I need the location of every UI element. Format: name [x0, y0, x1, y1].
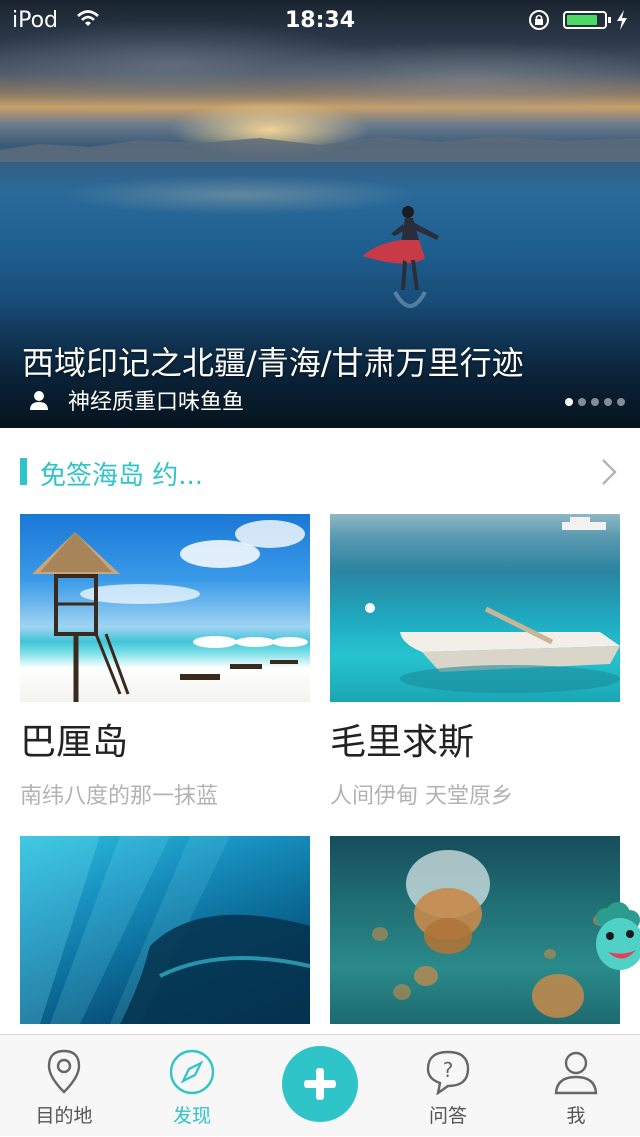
destination-tagline: 南纬八度的那一抹蓝 [20, 784, 219, 809]
page-dot [617, 398, 625, 406]
destination-name: 毛里求斯 [330, 722, 475, 763]
battery-fill [567, 15, 597, 25]
rotation-lock-icon [529, 10, 549, 30]
plus-icon [304, 1068, 336, 1100]
tab-discover[interactable]: 发现 [128, 1035, 256, 1137]
battery-icon [563, 11, 611, 29]
hero-author-name: 神经质重口味鱼鱼 [68, 390, 245, 415]
destination-photo[interactable] [330, 836, 620, 1024]
hero-mountains [0, 136, 640, 162]
tab-label: 发现 [172, 1105, 211, 1127]
user-icon [30, 391, 48, 410]
destination-tagline: 人间伊甸 天堂原乡 [330, 784, 513, 809]
section-accent-bar [20, 458, 27, 485]
tab-bar: 目的地 发现 ? 问答 我 [0, 1034, 640, 1136]
mascot-float-icon[interactable] [584, 898, 640, 976]
beach-hut-illustration [32, 520, 308, 702]
tab-destination[interactable]: 目的地 [0, 1035, 128, 1137]
tab-label: 我 [566, 1105, 586, 1127]
svg-text:?: ? [443, 1058, 454, 1082]
chevron-right-icon[interactable] [600, 458, 618, 486]
location-pin-icon [47, 1049, 81, 1094]
compass-icon [169, 1049, 215, 1095]
destination-photo[interactable] [20, 514, 310, 702]
boat-illustration [365, 517, 620, 693]
destination-name: 巴厘岛 [20, 722, 129, 763]
question-bubble-icon: ? [426, 1050, 470, 1095]
tab-qa[interactable]: ? 问答 [384, 1035, 512, 1137]
destination-photo[interactable] [330, 514, 620, 702]
hero-title[interactable]: 西域印记之北疆/青海/甘肃万里行迹 [22, 338, 524, 384]
destination-card[interactable]: 巴厘岛 南纬八度的那一抹蓝 [20, 514, 310, 810]
page-dot [578, 398, 586, 406]
underwater-rays-illustration [20, 836, 310, 1024]
battery-nub [608, 17, 611, 23]
destination-photo[interactable] [20, 836, 310, 1024]
page-dot [604, 398, 612, 406]
page-dot [591, 398, 599, 406]
section-title: 免签海岛 约... [40, 461, 204, 491]
destination-card[interactable]: 毛里求斯 人间伊甸 天堂原乡 [330, 514, 620, 810]
person-icon [554, 1051, 598, 1095]
jellyfish-illustration [372, 850, 607, 1018]
status-bar: iPod 18:34 [0, 0, 640, 40]
page-indicator[interactable] [565, 398, 625, 406]
hero-banner[interactable]: 西域印记之北疆/青海/甘肃万里行迹 神经质重口味鱼鱼 [0, 0, 640, 428]
add-button[interactable] [282, 1046, 358, 1122]
tab-label: 问答 [428, 1105, 467, 1127]
section-header[interactable]: 免签海岛 约... [0, 445, 640, 499]
tab-me[interactable]: 我 [512, 1035, 640, 1137]
page-dot [565, 398, 573, 406]
charging-bolt-icon [617, 10, 627, 30]
tab-label: 目的地 [35, 1105, 93, 1127]
hero-author[interactable]: 神经质重口味鱼鱼 [28, 384, 244, 416]
